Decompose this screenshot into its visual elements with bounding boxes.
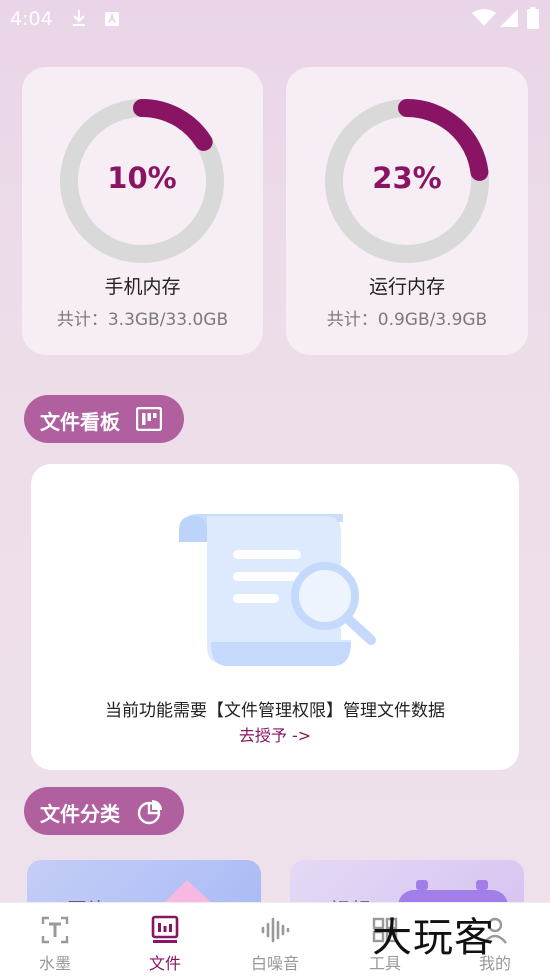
phone-storage-ring: 10% <box>58 97 226 265</box>
signal-icon <box>500 9 518 31</box>
tab-ink[interactable]: 水墨 <box>0 903 110 980</box>
battery-icon <box>527 7 539 33</box>
status-time: 4:04 <box>10 8 53 30</box>
pie-chart-icon <box>137 799 163 829</box>
tab-files-label: 文件 <box>148 954 181 973</box>
file-board-header: 文件看板 <box>24 395 184 443</box>
file-category-header: 文件分类 <box>24 787 184 835</box>
file-board-card: 当前功能需要【文件管理权限】管理文件数据 去授予 -> <box>31 464 519 770</box>
phone-storage-title: 手机内存 <box>104 276 181 298</box>
ram-card[interactable]: 23% 运行内存 共计：0.9GB/3.9GB <box>286 67 528 355</box>
phone-storage-detail: 共计：3.3GB/33.0GB <box>56 310 229 330</box>
phone-storage-card[interactable]: 10% 手机内存 共计：3.3GB/33.0GB <box>22 67 263 355</box>
ram-ring: 23% <box>323 97 491 265</box>
file-category-title: 文件分类 <box>40 802 120 826</box>
tab-white-noise-label: 白噪音 <box>250 954 299 973</box>
text-icon <box>40 915 70 945</box>
wifi-icon <box>472 9 496 31</box>
file-board-title: 文件看板 <box>40 410 120 434</box>
phone-storage-percent: 10% <box>107 161 177 195</box>
tab-files[interactable]: 文件 <box>110 903 220 980</box>
kanban-icon <box>135 406 163 435</box>
tab-ink-label: 水墨 <box>38 954 71 973</box>
tab-white-noise[interactable]: 白噪音 <box>220 903 330 980</box>
grant-permission-link[interactable]: 去授予 -> <box>31 722 519 746</box>
ram-title: 运行内存 <box>368 276 445 298</box>
download-icon <box>70 8 88 32</box>
status-bar: 4:04 <box>0 0 550 40</box>
keyboard-icon <box>104 11 120 31</box>
ram-detail: 共计：0.9GB/3.9GB <box>326 310 488 330</box>
watermark-logo: 大玩客 <box>372 915 495 961</box>
permission-message: 当前功能需要【文件管理权限】管理文件数据 <box>105 701 445 721</box>
file-board-icon <box>150 915 180 945</box>
waveform-icon <box>260 915 290 945</box>
document-search-illustration-icon <box>175 510 379 676</box>
ram-percent: 23% <box>372 161 442 195</box>
